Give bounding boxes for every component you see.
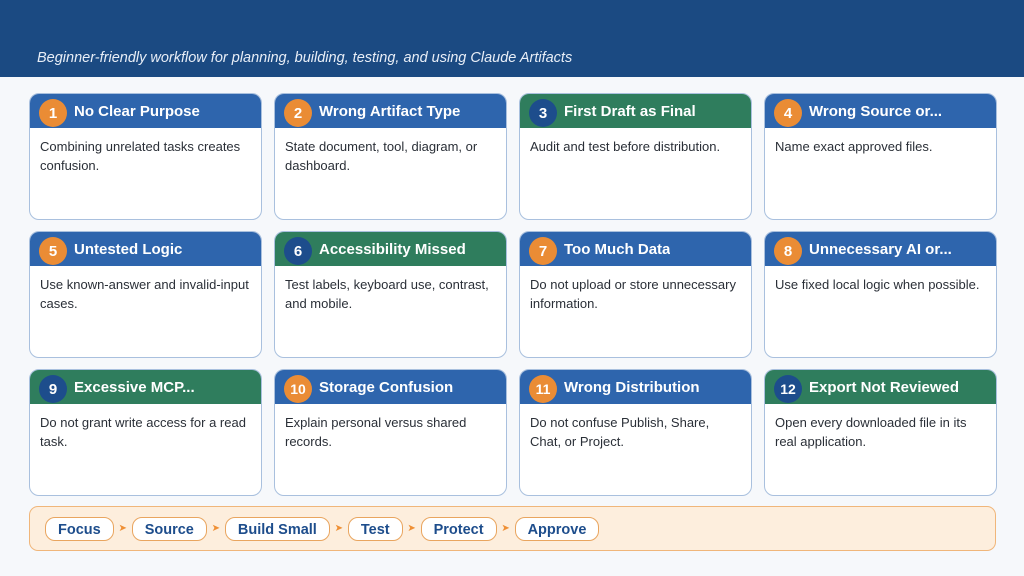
card-header: 8 Unnecessary AI or... bbox=[765, 232, 996, 266]
card-title: Wrong Distribution bbox=[564, 378, 700, 396]
pitfall-card-8: 8 Unnecessary AI or... Use fixed local l… bbox=[764, 231, 997, 358]
card-title: Wrong Artifact Type bbox=[319, 102, 461, 120]
pitfall-card-3: 3 First Draft as Final Audit and test be… bbox=[519, 93, 752, 220]
card-number-badge: 3 bbox=[529, 99, 557, 127]
card-title: Too Much Data bbox=[564, 240, 671, 258]
card-body: Do not upload or store unnecessary infor… bbox=[530, 277, 736, 311]
arrow-right-icon: ➤ bbox=[211, 523, 221, 534]
pitfall-card-4: 4 Wrong Source or... Name exact approved… bbox=[764, 93, 997, 220]
card-number-badge: 9 bbox=[39, 375, 67, 403]
card-header: 9 Excessive MCP... bbox=[30, 370, 261, 404]
card-body: State document, tool, diagram, or dashbo… bbox=[285, 139, 478, 173]
arrow-right-icon: ➤ bbox=[407, 523, 416, 534]
card-title: Export Not Reviewed bbox=[809, 378, 960, 396]
workflow-step-approve: Approve bbox=[514, 516, 600, 541]
card-body: Do not confuse Publish, Share, Chat, or … bbox=[530, 415, 710, 449]
card-title: Untested Logic bbox=[74, 240, 183, 258]
card-number-badge: 5 bbox=[39, 237, 67, 265]
header-banner: Beginner-friendly workflow for planning,… bbox=[0, 0, 1024, 77]
card-header: 4 Wrong Source or... bbox=[765, 94, 996, 128]
card-body: Combining unrelated tasks creates confus… bbox=[40, 139, 241, 173]
workflow-step-protect: Protect bbox=[420, 516, 497, 541]
pitfall-card-5: 5 Untested Logic Use known-answer and in… bbox=[29, 231, 262, 358]
card-header: 2 Wrong Artifact Type bbox=[275, 94, 506, 128]
workflow-steps-bar: Focus ➤ Source ➤ Build Small ➤ Test ➤ Pr… bbox=[29, 506, 996, 551]
card-number-badge: 2 bbox=[284, 99, 312, 127]
card-number-badge: 8 bbox=[774, 237, 802, 265]
card-body: Do not grant write access for a read tas… bbox=[40, 415, 246, 449]
pitfall-card-9: 9 Excessive MCP... Do not grant write ac… bbox=[29, 369, 262, 496]
card-header: 11 Wrong Distribution bbox=[520, 370, 751, 404]
pitfall-card-12: 12 Export Not Reviewed Open every downlo… bbox=[764, 369, 997, 496]
card-body: Name exact approved files. bbox=[775, 139, 933, 154]
card-number-badge: 12 bbox=[774, 375, 802, 403]
card-body: Use fixed local logic when possible. bbox=[775, 277, 980, 292]
card-header: 12 Export Not Reviewed bbox=[765, 370, 996, 404]
pitfall-card-2: 2 Wrong Artifact Type State document, to… bbox=[274, 93, 507, 220]
card-number-badge: 6 bbox=[284, 237, 312, 265]
card-header: 7 Too Much Data bbox=[520, 232, 751, 266]
pitfall-card-10: 10 Storage Confusion Explain personal ve… bbox=[274, 369, 507, 496]
arrow-right-icon: ➤ bbox=[118, 523, 127, 534]
pitfall-card-11: 11 Wrong Distribution Do not confuse Pub… bbox=[519, 369, 752, 496]
card-title: No Clear Purpose bbox=[74, 102, 200, 120]
card-number-badge: 7 bbox=[529, 237, 557, 265]
workflow-step-focus: Focus bbox=[45, 516, 114, 541]
arrow-right-icon: ➤ bbox=[501, 523, 510, 534]
pitfall-card-grid: 1 No Clear Purpose Combining unrelated t… bbox=[29, 93, 997, 496]
card-body: Open every downloaded file in its real a… bbox=[775, 415, 967, 449]
card-header: 1 No Clear Purpose bbox=[30, 94, 261, 128]
card-number-badge: 11 bbox=[529, 375, 557, 403]
arrow-right-icon: ➤ bbox=[334, 523, 344, 534]
card-title: First Draft as Final bbox=[564, 102, 696, 120]
workflow-step-source: Source bbox=[131, 516, 207, 541]
card-number-badge: 4 bbox=[774, 99, 802, 127]
card-header: 10 Storage Confusion bbox=[275, 370, 506, 404]
card-title: Wrong Source or... bbox=[809, 102, 943, 120]
card-header: 6 Accessibility Missed bbox=[275, 232, 506, 266]
card-header: 3 First Draft as Final bbox=[520, 94, 751, 128]
workflow-step-test: Test bbox=[347, 516, 403, 541]
card-body: Explain personal versus shared records. bbox=[285, 415, 467, 449]
card-number-badge: 10 bbox=[284, 375, 312, 403]
card-title: Accessibility Missed bbox=[319, 240, 466, 258]
workflow-step-build-small: Build Small bbox=[224, 516, 330, 541]
card-header: 5 Untested Logic bbox=[30, 232, 261, 266]
card-body: Test labels, keyboard use, contrast, and… bbox=[285, 277, 489, 311]
card-title: Unnecessary AI or... bbox=[809, 240, 952, 258]
card-number-badge: 1 bbox=[39, 99, 67, 127]
page-subtitle: Beginner-friendly workflow for planning,… bbox=[37, 50, 573, 66]
pitfall-card-7: 7 Too Much Data Do not upload or store u… bbox=[519, 231, 752, 358]
pitfall-card-6: 6 Accessibility Missed Test labels, keyb… bbox=[274, 231, 507, 358]
card-title: Storage Confusion bbox=[319, 378, 454, 396]
pitfall-card-1: 1 No Clear Purpose Combining unrelated t… bbox=[29, 93, 262, 220]
card-body: Use known-answer and invalid-input cases… bbox=[40, 277, 249, 311]
card-title: Excessive MCP... bbox=[74, 378, 195, 396]
card-body: Audit and test before distribution. bbox=[530, 139, 721, 154]
